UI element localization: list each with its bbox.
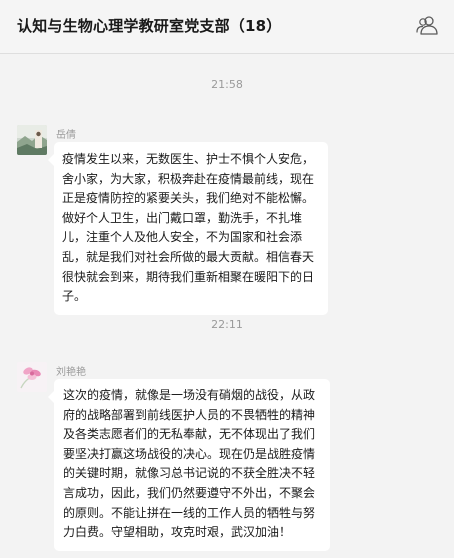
message-timestamp: 22:11 [211,318,243,331]
message-text: 疫情发生以来，无数医生、护士不惧个人安危，舍小家，为大家，积极奔赴在疫情最前线，… [62,152,315,304]
message-bubble[interactable]: 这次的疫情，就像是一场没有硝烟的战役，从政府的战略部署到前线医护人员的不畏牺牲的… [48,379,330,551]
message-timestamp: 21:58 [211,78,243,91]
message-bubble[interactable]: 疫情发生以来，无数医生、护士不惧个人安危，舍小家，为大家，积极奔赴在疫情最前线，… [48,142,328,315]
chat-header: 认知与生物心理学教研室党支部（18） [0,0,454,54]
sender-avatar[interactable] [17,362,47,392]
pink-flower-avatar [17,362,47,392]
group-members-icon[interactable] [416,14,438,36]
sender-avatar[interactable] [17,125,47,155]
landscape-photo-avatar [17,125,47,155]
sender-name: 岳倩 [56,130,76,141]
message-text: 这次的疫情，就像是一场没有硝烟的战役，从政府的战略部署到前线医护人员的不畏牺牲的… [63,388,316,540]
sender-name: 刘艳艳 [56,367,86,378]
chat-title: 认知与生物心理学教研室党支部（18） [17,17,282,35]
